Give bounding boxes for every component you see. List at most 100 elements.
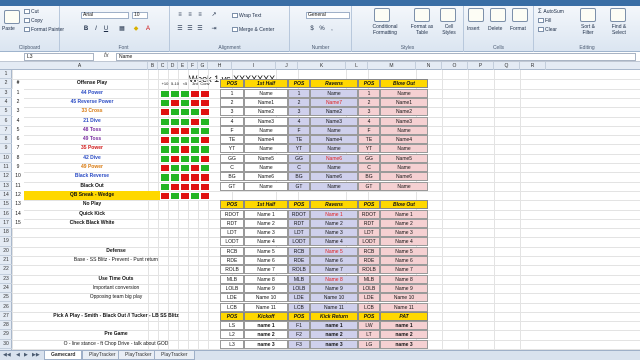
play-success-cell[interactable]: [200, 173, 210, 182]
defense_lineup-cell[interactable]: Name 6: [244, 256, 288, 265]
offense_lineup-cell[interactable]: YT: [288, 144, 310, 154]
column-header[interactable]: G: [198, 62, 208, 70]
special_teams-cell[interactable]: LW: [358, 321, 380, 331]
defense_lineup-cell[interactable]: LOLB: [358, 283, 380, 293]
offense-play[interactable]: 33 Cross: [24, 107, 160, 116]
row-header[interactable]: 22: [0, 265, 12, 275]
offense_lineup-cell[interactable]: 3: [220, 107, 244, 117]
special_teams-cell[interactable]: name 2: [380, 330, 428, 340]
row-header[interactable]: 6: [0, 117, 12, 126]
underline-button[interactable]: U: [102, 26, 110, 33]
row-header[interactable]: 10: [0, 154, 12, 163]
indent-icon[interactable]: ⇥: [210, 26, 218, 33]
offense_lineup-cell[interactable]: Name: [380, 88, 428, 98]
defense_lineup-cell[interactable]: Name 3: [380, 228, 428, 238]
play-success-cell[interactable]: [180, 98, 190, 108]
offense_lineup-cell[interactable]: Name: [310, 125, 358, 135]
defense_lineup-cell[interactable]: Name 4: [310, 237, 358, 247]
play-success-cell[interactable]: [160, 191, 170, 201]
offense_lineup-cell[interactable]: BG: [358, 172, 380, 182]
defense_lineup-cell[interactable]: MLB: [358, 274, 380, 284]
play-success-cell[interactable]: [160, 164, 170, 173]
play-success-cell[interactable]: [180, 154, 190, 163]
column-header[interactable]: Q: [494, 62, 520, 70]
defense_lineup-cell[interactable]: RCB: [358, 246, 380, 256]
offense_lineup-cell[interactable]: Name2: [244, 107, 288, 117]
defense_lineup-cell[interactable]: Name 2: [244, 218, 288, 228]
defense_lineup-cell[interactable]: RDE: [358, 256, 380, 265]
column-header[interactable]: C: [158, 62, 168, 70]
format-cells-icon[interactable]: [512, 8, 528, 22]
offense_lineup-cell[interactable]: 1: [288, 88, 310, 98]
defense_lineup-cell[interactable]: Name 10: [380, 293, 428, 303]
play-success-cell[interactable]: [170, 191, 180, 201]
special_teams-cell[interactable]: LT: [358, 330, 380, 340]
offense_lineup-cell[interactable]: Name: [380, 125, 428, 135]
offense_lineup-cell[interactable]: Name2: [310, 107, 358, 117]
format-painter-button[interactable]: Format Painter: [24, 27, 64, 33]
play-success-cell[interactable]: [170, 154, 180, 163]
play-success-cell[interactable]: [180, 89, 190, 98]
offense-play[interactable]: Check Black White: [24, 219, 160, 228]
offense_lineup-cell[interactable]: 2: [358, 97, 380, 107]
special_teams-cell[interactable]: name 3: [310, 339, 358, 349]
offense_lineup-cell[interactable]: BG: [288, 172, 310, 182]
offense_lineup-cell[interactable]: Name: [244, 125, 288, 135]
offense_lineup-cell[interactable]: YT: [358, 144, 380, 154]
column-header[interactable]: O: [442, 62, 468, 70]
offense_lineup-cell[interactable]: Name4: [380, 135, 428, 145]
defense_lineup-cell[interactable]: Name 11: [310, 302, 358, 312]
borders-icon[interactable]: ▦: [118, 26, 126, 33]
special_teams-cell[interactable]: L3: [220, 339, 244, 349]
play-success-cell[interactable]: [180, 108, 190, 117]
play-success-cell[interactable]: [160, 108, 170, 117]
special_teams-cell[interactable]: F3: [288, 339, 310, 349]
align-left-icon[interactable]: ☰: [176, 26, 184, 33]
offense_lineup-cell[interactable]: Name: [310, 163, 358, 172]
offense_lineup-cell[interactable]: F: [288, 125, 310, 135]
copy-button[interactable]: Copy: [24, 18, 43, 24]
defense_lineup-cell[interactable]: LODT: [220, 237, 244, 247]
play-success-cell[interactable]: [160, 98, 170, 108]
special_teams-cell[interactable]: LS: [220, 321, 244, 331]
delete-cells-icon[interactable]: [490, 8, 506, 22]
play-success-cell[interactable]: [170, 117, 180, 126]
defense_lineup-cell[interactable]: LDT: [288, 228, 310, 238]
play-success-cell[interactable]: [170, 136, 180, 145]
defense_lineup-cell[interactable]: LDT: [220, 228, 244, 238]
delete-button[interactable]: Delete: [488, 26, 502, 32]
comma-icon[interactable]: ,: [328, 26, 336, 33]
special_teams-cell[interactable]: name 3: [244, 339, 288, 349]
fill-color-icon[interactable]: ◆: [132, 26, 140, 33]
insert-button[interactable]: Insert: [467, 26, 480, 32]
play-success-cell[interactable]: [190, 191, 200, 201]
offense_lineup-cell[interactable]: Name: [380, 144, 428, 154]
offense_lineup-cell[interactable]: TE: [220, 135, 244, 145]
play-success-cell[interactable]: [170, 89, 180, 98]
offense_lineup-cell[interactable]: Name6: [380, 172, 428, 182]
number-format-dropdown[interactable]: General: [306, 12, 350, 19]
defense_lineup-cell[interactable]: LDT: [358, 228, 380, 238]
orientation-icon[interactable]: ↗: [210, 12, 218, 19]
column-header[interactable]: D: [168, 62, 178, 70]
defense_lineup-cell[interactable]: ROLB: [288, 265, 310, 275]
defense_lineup-cell[interactable]: LDE: [358, 293, 380, 303]
row-header[interactable]: 29: [0, 330, 12, 340]
offense_lineup-cell[interactable]: 3: [288, 107, 310, 117]
offense_lineup-cell[interactable]: GG: [358, 153, 380, 163]
offense_lineup-cell[interactable]: GT: [220, 181, 244, 191]
defense_lineup-cell[interactable]: RDT: [220, 218, 244, 228]
offense_lineup-cell[interactable]: Name3: [310, 116, 358, 126]
offense_lineup-cell[interactable]: Name4: [310, 135, 358, 145]
column-header[interactable]: B: [148, 62, 158, 70]
play-success-cell[interactable]: [200, 117, 210, 126]
offense_lineup-cell[interactable]: GG: [220, 153, 244, 163]
play-success-cell[interactable]: [180, 173, 190, 182]
column-header[interactable]: K: [298, 62, 346, 70]
play-success-cell[interactable]: [160, 89, 170, 98]
row-header[interactable]: 1: [0, 70, 12, 80]
play-success-cell[interactable]: [180, 117, 190, 126]
offense_lineup-cell[interactable]: Name3: [244, 116, 288, 126]
special_teams-cell[interactable]: name 3: [380, 339, 428, 349]
row-header[interactable]: 12: [0, 172, 12, 182]
